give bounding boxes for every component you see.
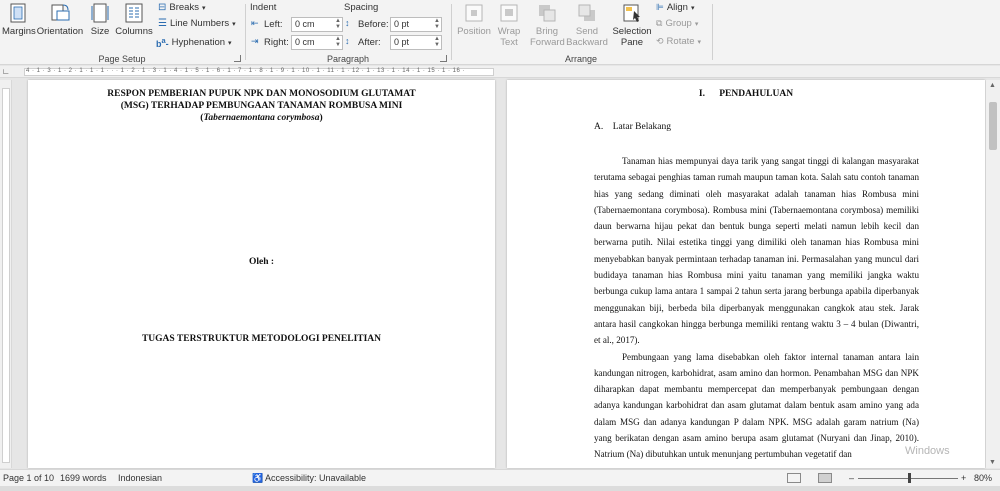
- vertical-scrollbar[interactable]: ▲ ▼: [986, 80, 1000, 468]
- zoom-in-button[interactable]: +: [961, 473, 966, 483]
- line-numbers-icon: ☰: [158, 18, 167, 29]
- size-icon: [91, 3, 109, 23]
- chevron-down-icon: ▾: [201, 4, 206, 12]
- chevron-down-icon: ▾: [232, 20, 236, 28]
- accessibility-status[interactable]: Accessibility: Unavailable: [265, 473, 366, 483]
- indent-left-label: Left:: [264, 19, 283, 30]
- page-setup-group: Margins Orientation Size Columns ⊟ Break…: [0, 0, 244, 65]
- margins-button[interactable]: Margins: [2, 2, 36, 37]
- document-page-1[interactable]: RESPON PEMBERIAN PUPUK NPK DAN MONOSODIU…: [28, 80, 495, 468]
- indent-right-input[interactable]: 0 cm ▲ ▼: [291, 35, 343, 50]
- language-indicator[interactable]: Indonesian: [118, 473, 162, 483]
- align-button[interactable]: ⊫ Align ▾: [656, 2, 694, 13]
- orientation-button[interactable]: Orientation: [36, 2, 84, 37]
- spin-arrows-icon[interactable]: ▲ ▼: [434, 18, 440, 30]
- chevron-down-icon: ▾: [694, 20, 699, 28]
- chevron-down-icon: ▾: [228, 39, 232, 47]
- ribbon: Margins Orientation Size Columns ⊟ Break…: [0, 0, 1000, 65]
- paragraph-launcher-icon[interactable]: [440, 55, 447, 62]
- selection-pane-icon: [623, 4, 640, 22]
- send-backward-icon: [578, 4, 595, 21]
- divider: [712, 4, 713, 60]
- rotate-button[interactable]: ⟲ Rotate ▾: [656, 36, 701, 47]
- scrollbar-thumb[interactable]: [989, 102, 997, 150]
- accessibility-icon: ♿: [252, 473, 264, 483]
- size-button[interactable]: Size: [88, 2, 112, 37]
- spin-arrows-icon[interactable]: ▲ ▼: [335, 36, 341, 48]
- spin-arrows-icon[interactable]: ▲ ▼: [434, 36, 440, 48]
- body-text: Tanaman hias mempunyai daya tarik yang s…: [594, 153, 919, 463]
- page-setup-launcher-icon[interactable]: [234, 55, 241, 62]
- columns-button[interactable]: Columns: [115, 2, 153, 37]
- indent-label: Indent: [250, 2, 277, 13]
- taskbar-strip: [0, 486, 1000, 491]
- margins-icon: [10, 3, 26, 23]
- chevron-down-icon: ▾: [690, 4, 695, 12]
- selection-pane-button[interactable]: Selection Pane: [612, 2, 652, 48]
- document-page-2[interactable]: I. PENDAHULUAN A. Latar Belakang Tanaman…: [507, 80, 985, 468]
- section-heading: A. Latar Belakang: [594, 122, 672, 132]
- send-backward-button[interactable]: Send Backward: [566, 2, 608, 48]
- spin-arrows-icon[interactable]: ▲ ▼: [335, 18, 341, 30]
- arrange-label: Arrange: [564, 54, 598, 64]
- indent-left-input[interactable]: 0 cm ▲ ▼: [291, 17, 343, 32]
- tab-selector-icon[interactable]: ∟: [2, 67, 10, 76]
- status-bar: Page 1 of 10 1699 words Indonesian ♿ Acc…: [0, 469, 1000, 486]
- page-setup-label: Page Setup: [98, 54, 146, 64]
- document-title: RESPON PEMBERIAN PUPUK NPK DAN MONOSODIU…: [107, 89, 416, 123]
- read-mode-button[interactable]: [787, 473, 801, 483]
- word-count[interactable]: 1699 words: [60, 473, 107, 483]
- page-count[interactable]: Page 1 of 10: [3, 473, 54, 483]
- indent-right-icon: ⇥: [251, 36, 259, 46]
- hyphenation-button[interactable]: ba- Hyphenation ▾: [156, 36, 232, 49]
- chevron-down-icon: ▾: [697, 38, 702, 46]
- zoom-level[interactable]: 80%: [974, 473, 992, 483]
- paragraph: Tanaman hias mempunyai daya tarik yang s…: [594, 156, 919, 346]
- spacing-label: Spacing: [344, 2, 379, 13]
- horizontal-ruler[interactable]: ∟ 4 · 1 · 3 · 1 · 2 · 1 · 1 · 1 · · · 1 …: [0, 66, 1000, 78]
- arrange-group: Position Wrap Text Bring Forward Send Ba…: [452, 0, 710, 65]
- scroll-up-icon[interactable]: ▲: [989, 82, 996, 89]
- hyphenation-icon: ba-: [156, 36, 169, 49]
- wrap-text-button[interactable]: Wrap Text: [496, 2, 522, 48]
- orientation-icon: [51, 4, 70, 21]
- paragraph: Pembungaan yang lama disebabkan oleh fak…: [594, 351, 919, 460]
- spacing-before-input[interactable]: 0 pt ▲ ▼: [390, 17, 442, 32]
- activation-watermark: Windows: [905, 445, 950, 457]
- spacing-after-input[interactable]: 0 pt ▲ ▼: [390, 35, 442, 50]
- align-icon: ⊫: [656, 2, 664, 12]
- author-label: Oleh :: [248, 257, 275, 267]
- vertical-ruler-bar: [2, 88, 10, 463]
- ruler-ticks: 4 · 1 · 3 · 1 · 2 · 1 · 1 · 1 · · · 1 · …: [26, 68, 465, 74]
- spacing-before-label: Before:: [358, 19, 389, 30]
- position-button[interactable]: Position: [454, 2, 494, 37]
- line-numbers-button[interactable]: ☰ Line Numbers ▾: [158, 18, 236, 29]
- print-layout-button[interactable]: [818, 473, 832, 483]
- indent-left-icon: ⇤: [251, 18, 259, 28]
- wrap-text-icon: [500, 4, 518, 22]
- position-icon: [465, 4, 483, 22]
- breaks-icon: ⊟: [158, 2, 167, 13]
- indent-right-label: Right:: [264, 37, 289, 48]
- spacing-after-icon: ↕: [345, 36, 350, 46]
- breaks-button[interactable]: ⊟ Breaks ▾: [158, 2, 205, 13]
- scroll-down-icon[interactable]: ▼: [989, 459, 996, 466]
- assignment-title: TUGAS TERSTRUKTUR METODOLOGI PENELITIAN: [141, 334, 382, 344]
- paragraph-group: Indent Spacing ⇤ Left: 0 cm ▲ ▼ ⇥ Right: 0…: [246, 0, 450, 65]
- rotate-icon: ⟲: [656, 36, 664, 46]
- vertical-ruler[interactable]: [0, 80, 12, 468]
- zoom-out-button[interactable]: –: [849, 473, 854, 483]
- bring-forward-button[interactable]: Bring Forward: [530, 2, 565, 48]
- bring-forward-icon: [539, 5, 556, 22]
- group-icon: ⧉: [656, 18, 663, 28]
- species-name: Tabernaemontana corymbosa: [203, 113, 320, 123]
- spacing-before-icon: ↕: [345, 18, 350, 28]
- columns-icon: [125, 3, 143, 23]
- zoom-slider-thumb[interactable]: [908, 473, 911, 483]
- group-button[interactable]: ⧉ Group ▾: [656, 18, 698, 29]
- spacing-after-label: After:: [358, 37, 381, 48]
- paragraph-label: Paragraph: [326, 54, 370, 64]
- chapter-heading: I. PENDAHULUAN: [698, 89, 794, 99]
